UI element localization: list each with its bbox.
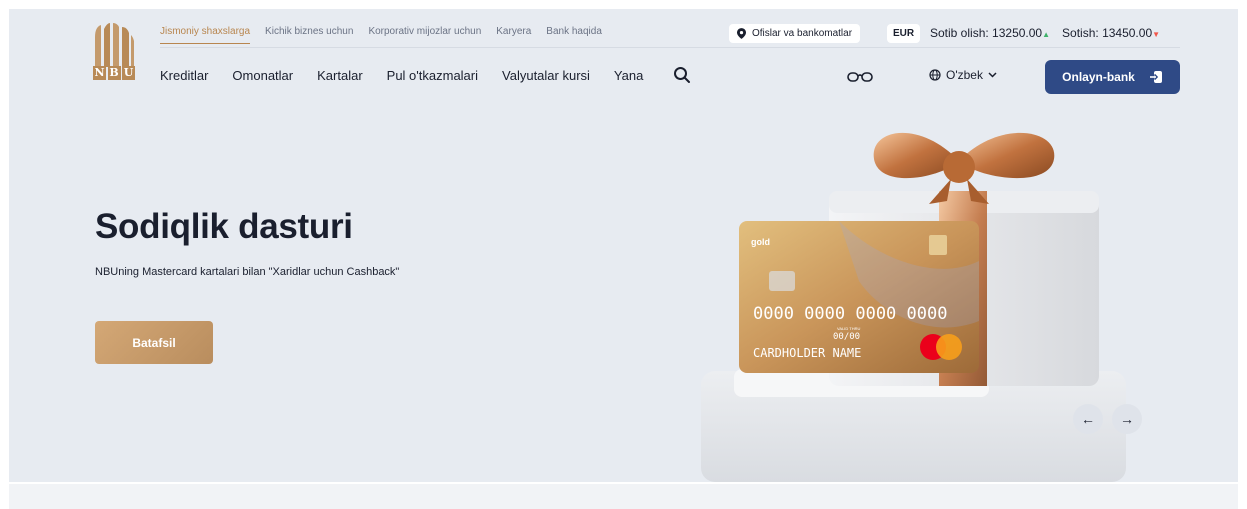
nav-transfers[interactable]: Pul o'tkazmalari (387, 68, 478, 83)
nav-more[interactable]: Yana (614, 68, 643, 83)
login-icon (1148, 71, 1162, 83)
carousel-prev-button[interactable]: ← (1073, 404, 1103, 434)
link-corporate[interactable]: Korporativ mijozlar uchun (368, 26, 481, 44)
hero-subtitle: NBUning Mastercard kartalari bilan "Xari… (95, 266, 400, 278)
link-career[interactable]: Karyera (496, 26, 531, 44)
bank-logo-icon (929, 235, 947, 255)
language-selector[interactable]: O'zbek (929, 68, 997, 82)
below-fold-strip (9, 484, 1238, 509)
glasses-icon[interactable] (847, 71, 873, 83)
buy-label: Sotib olish: (930, 26, 989, 40)
nav-credits[interactable]: Kreditlar (160, 68, 208, 83)
sell-label: Sotish: (1062, 26, 1099, 40)
online-bank-label: Onlayn-bank (1062, 70, 1135, 84)
main-nav: Kreditlar Omonatlar Kartalar Pul o'tkazm… (160, 68, 643, 83)
chevron-down-icon (988, 72, 997, 78)
link-individuals[interactable]: Jismoniy shaxslarga (160, 26, 251, 44)
hero-section: N B U Jismoniy shaxslarga Kichik biznes … (9, 9, 1238, 482)
search-icon[interactable] (673, 66, 691, 84)
sell-value: 13450.00 (1102, 26, 1153, 40)
link-small-business[interactable]: Kichik biznes uchun (265, 26, 353, 44)
logo-mark (95, 23, 134, 67)
card-brand: gold (751, 237, 770, 247)
currency-selector[interactable]: EUR (887, 24, 921, 43)
hero-title: Sodiqlik dasturi (95, 207, 353, 246)
nbu-logo[interactable]: N B U (93, 23, 135, 85)
exchange-rates: Sotib olish: 13250.00▲ Sotish: 13450.00▼ (930, 26, 1160, 40)
rate-down-icon: ▼ (1152, 30, 1161, 39)
rate-up-icon: ▲ (1042, 30, 1051, 39)
logo-letter: B (107, 66, 121, 80)
offices-button[interactable]: Ofislar va bankomatlar (729, 24, 861, 43)
card-holder: CARDHOLDER NAME (753, 346, 861, 360)
header-divider (160, 47, 1180, 48)
buy-value: 13250.00 (992, 26, 1043, 40)
chip-icon (769, 271, 795, 291)
card-expiry: 00/00 (833, 332, 860, 342)
audience-links: Jismoniy shaxslarga Kichik biznes uchun … (160, 26, 602, 44)
language-label: O'zbek (946, 68, 983, 82)
carousel-next-button[interactable]: → (1112, 404, 1142, 434)
credit-card: gold 0000 0000 0000 0000 VALID THRU 00/0… (739, 221, 979, 373)
link-about-bank[interactable]: Bank haqida (546, 26, 602, 44)
offices-label: Ofislar va bankomatlar (752, 28, 853, 39)
location-pin-icon (737, 28, 746, 39)
logo-letter: N (93, 66, 106, 80)
globe-icon (929, 69, 941, 81)
online-bank-button[interactable]: Onlayn-bank (1045, 60, 1180, 94)
nav-deposits[interactable]: Omonatlar (232, 68, 293, 83)
card-valid-label: VALID THRU (837, 326, 861, 331)
nav-exchange-rates[interactable]: Valyutalar kursi (502, 68, 590, 83)
gift-card-illustration: gold 0000 0000 0000 0000 VALID THRU 00/0… (701, 132, 1126, 482)
card-number: 0000 0000 0000 0000 (753, 304, 947, 324)
nav-cards[interactable]: Kartalar (317, 68, 363, 83)
details-button[interactable]: Batafsil (95, 321, 213, 364)
logo-letter: U (122, 66, 135, 80)
